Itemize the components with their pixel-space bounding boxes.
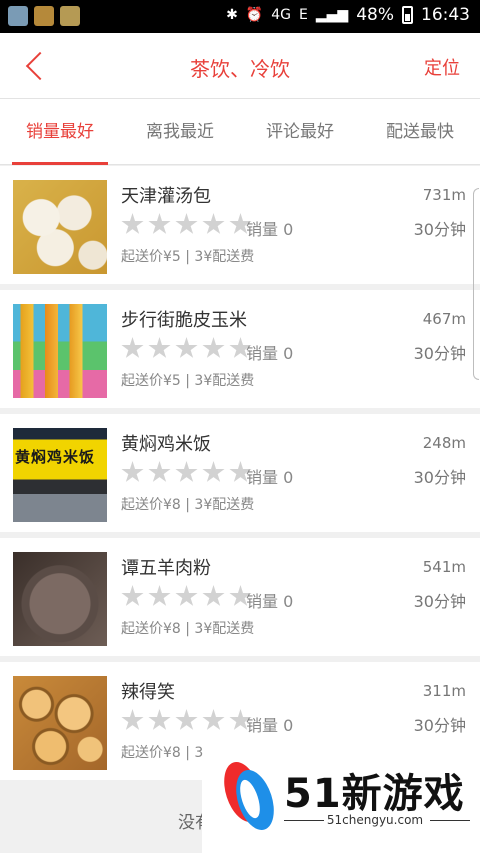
star-icon (175, 337, 198, 358)
app-header: 茶饮、冷饮 定位 (0, 33, 480, 99)
clock: 16:43 (421, 5, 470, 25)
star-icon (202, 337, 225, 358)
delivery-time: 30分钟 (413, 592, 466, 611)
star-icon (175, 585, 198, 606)
sales-count: 销量 0 (246, 220, 294, 239)
shop-name: 谭五羊肉粉 (121, 558, 211, 579)
star-icon (121, 337, 144, 358)
notification-icons (8, 6, 80, 26)
shop-thumbnail (13, 180, 107, 274)
shop-thumbnail (13, 552, 107, 646)
tab-best-reviews[interactable]: 评论最好 (240, 99, 360, 164)
sort-tabs: 销量最好 离我最近 评论最好 配送最快 (0, 99, 480, 165)
shop-thumbnail (13, 428, 107, 522)
price-info: 起送价¥8 | 3¥配送费 (121, 497, 255, 513)
list-item[interactable]: 谭五羊肉粉 541m 销量 0 30分钟 起送价¥8 | 3¥配送费 (0, 538, 480, 656)
delivery-time: 30分钟 (413, 344, 466, 363)
page-title: 茶饮、冷饮 (190, 57, 290, 81)
watermark-divider (430, 820, 470, 821)
price-info: 起送价¥8 | 3 (121, 745, 204, 761)
rating-stars (121, 461, 252, 484)
rating-stars (121, 709, 252, 732)
delivery-time: 30分钟 (413, 220, 466, 239)
star-icon (202, 213, 225, 234)
sales-count: 销量 0 (246, 592, 294, 611)
shop-thumbnail (13, 676, 107, 770)
alarm-icon: ⏰ (245, 7, 264, 23)
shop-distance: 467m (422, 310, 466, 328)
star-icon (121, 709, 144, 730)
star-icon (121, 461, 144, 482)
signal-icon: ▂▄▆ (315, 7, 349, 23)
shop-name: 天津灌汤包 (121, 186, 211, 207)
network-type: 4G (271, 7, 292, 23)
shop-distance: 248m (422, 434, 466, 452)
shop-distance: 541m (422, 558, 466, 576)
brand-logo-icon (217, 757, 281, 835)
bluetooth-icon: ✱ (226, 7, 238, 23)
shop-distance: 731m (422, 186, 466, 204)
sales-count: 销量 0 (246, 468, 294, 487)
star-icon (202, 585, 225, 606)
shop-thumbnail (13, 304, 107, 398)
gallery-notification-icon (8, 6, 28, 26)
system-indicators: ✱ ⏰ 4G E ▂▄▆ 48% 16:43 (226, 5, 470, 25)
star-icon (121, 213, 144, 234)
sales-count: 销量 0 (246, 344, 294, 363)
rating-stars (121, 213, 252, 236)
list-item[interactable]: 天津灌汤包 731m 销量 0 30分钟 起送价¥5 | 3¥配送费 (0, 166, 480, 284)
star-icon (202, 461, 225, 482)
star-icon (148, 585, 171, 606)
list-item[interactable]: 步行街脆皮玉米 467m 销量 0 30分钟 起送价¥5 | 3¥配送费 (0, 290, 480, 408)
rating-stars (121, 585, 252, 608)
star-icon (148, 337, 171, 358)
delivery-time: 30分钟 (413, 468, 466, 487)
star-icon (175, 461, 198, 482)
star-icon (202, 709, 225, 730)
app-notification-icon (60, 6, 80, 26)
star-icon (148, 461, 171, 482)
tab-top-sales[interactable]: 销量最好 (0, 99, 120, 165)
signal-label: E (299, 7, 308, 23)
delivery-time: 30分钟 (413, 716, 466, 735)
tab-fastest-delivery[interactable]: 配送最快 (360, 99, 480, 164)
watermark-brand: 51新游戏 (284, 771, 465, 817)
watermark: 51新游戏 51chengyu.com (202, 747, 480, 853)
app-notification-icon (34, 6, 54, 26)
price-info: 起送价¥5 | 3¥配送费 (121, 249, 255, 265)
shop-name: 黄焖鸡米饭 (121, 434, 211, 455)
shop-name: 步行街脆皮玉米 (121, 310, 247, 331)
status-bar: ✱ ⏰ 4G E ▂▄▆ 48% 16:43 (0, 0, 480, 33)
star-icon (148, 709, 171, 730)
shop-distance: 311m (422, 682, 466, 700)
locate-button[interactable]: 定位 (424, 54, 460, 80)
shop-name: 辣得笑 (121, 682, 175, 703)
battery-percent: 48% (356, 5, 394, 25)
battery-icon (402, 6, 413, 24)
scroll-indicator[interactable] (473, 188, 479, 380)
sales-count: 销量 0 (246, 716, 294, 735)
price-info: 起送价¥5 | 3¥配送费 (121, 373, 255, 389)
star-icon (175, 213, 198, 234)
star-icon (121, 585, 144, 606)
star-icon (175, 709, 198, 730)
star-icon (148, 213, 171, 234)
list-item[interactable]: 黄焖鸡米饭 248m 销量 0 30分钟 起送价¥8 | 3¥配送费 (0, 414, 480, 532)
price-info: 起送价¥8 | 3¥配送费 (121, 621, 255, 637)
shop-list: 天津灌汤包 731m 销量 0 30分钟 起送价¥5 | 3¥配送费 步行街脆皮… (0, 166, 480, 786)
rating-stars (121, 337, 252, 360)
tab-nearest[interactable]: 离我最近 (120, 99, 240, 164)
